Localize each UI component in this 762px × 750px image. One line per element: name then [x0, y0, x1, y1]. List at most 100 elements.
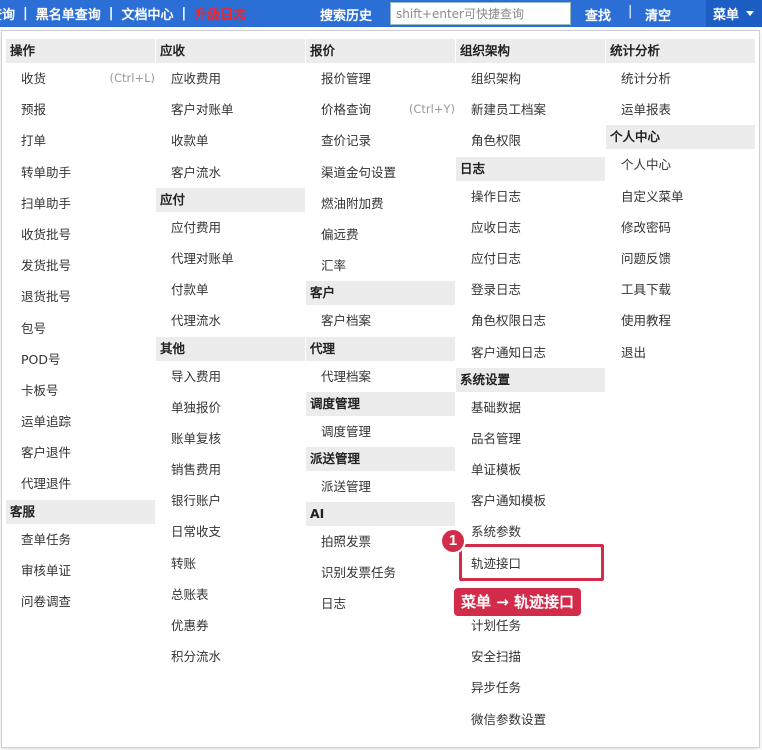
- menu-item[interactable]: 代理流水: [156, 305, 305, 336]
- menu-item[interactable]: 代理档案: [306, 361, 455, 392]
- menu-item[interactable]: 识别发票任务: [306, 557, 455, 588]
- menu-item-label: 运单追踪: [21, 414, 72, 430]
- menu-item[interactable]: 预报: [6, 94, 155, 125]
- menu-item[interactable]: 修改密码: [606, 212, 755, 243]
- menu-item[interactable]: 客户通知日志: [456, 337, 605, 368]
- menu-item[interactable]: 轨迹接口: [456, 548, 605, 579]
- menu-item[interactable]: 运单报表: [606, 94, 755, 125]
- menu-item[interactable]: 统计分析: [606, 63, 755, 94]
- menu-item-label: 客户退件: [21, 445, 72, 461]
- menu-item[interactable]: 转单助手: [6, 157, 155, 188]
- menu-item[interactable]: 应收日志: [456, 212, 605, 243]
- menu-item[interactable]: 渠道金句设置: [306, 157, 455, 188]
- menu-item-label: 单独报价: [171, 399, 222, 415]
- menu-item[interactable]: 转账: [156, 548, 305, 579]
- menu-item[interactable]: 组织架构: [456, 63, 605, 94]
- menu-item[interactable]: POD号: [6, 344, 155, 375]
- menu-item[interactable]: 账单复核: [156, 423, 305, 454]
- menu-item[interactable]: 品名管理: [456, 423, 605, 454]
- menu-item[interactable]: 问卷调查: [6, 586, 155, 617]
- menu-item[interactable]: 客户流水: [156, 157, 305, 188]
- menu-item[interactable]: 卡板号: [6, 375, 155, 406]
- menu-item[interactable]: 基础数据: [456, 392, 605, 423]
- menu-item[interactable]: 单独报价: [156, 392, 305, 423]
- menu-item[interactable]: 新建员工档案: [456, 94, 605, 125]
- menu-item[interactable]: 客户通知模板: [456, 485, 605, 516]
- menu-item[interactable]: 应付费用: [156, 212, 305, 243]
- menu-item-label: 微信参数设置: [471, 711, 547, 727]
- menu-item[interactable]: 销售费用: [156, 454, 305, 485]
- menu-item[interactable]: 应收费用: [156, 63, 305, 94]
- menu-item[interactable]: 优惠券: [156, 610, 305, 641]
- menu-item[interactable]: 收货批号: [6, 219, 155, 250]
- search-history-link[interactable]: 搜索历史: [320, 5, 372, 24]
- menu-item[interactable]: 问题反馈: [606, 243, 755, 274]
- menu-item[interactable]: 偏远费: [306, 219, 455, 250]
- menu-item[interactable]: 使用教程: [606, 305, 755, 336]
- menu-item[interactable]: 发货批号: [6, 250, 155, 281]
- menu-item[interactable]: 工具下载: [606, 274, 755, 305]
- menu-item-label: 应付费用: [171, 219, 222, 235]
- menu-button-label: 菜单: [713, 8, 740, 23]
- nav-link-blacklist-query[interactable]: 黑名单查询: [36, 4, 101, 23]
- menu-item[interactable]: 扫单助手: [6, 188, 155, 219]
- nav-link-doc-center[interactable]: 文档中心: [122, 4, 174, 23]
- menu-item[interactable]: 个人中心: [606, 149, 755, 180]
- menu-item[interactable]: 派送管理: [306, 471, 455, 502]
- menu-item[interactable]: 查价记录: [306, 125, 455, 156]
- menu-item[interactable]: 异步任务: [456, 672, 605, 703]
- menu-item[interactable]: 微信参数设置: [456, 704, 605, 735]
- menu-item-label: 个人中心: [621, 157, 672, 173]
- menu-item[interactable]: 日志: [306, 588, 455, 619]
- menu-item[interactable]: 报价管理: [306, 63, 455, 94]
- menu-item[interactable]: 代理对账单: [156, 243, 305, 274]
- menu-item[interactable]: 审核单证: [6, 555, 155, 586]
- menu-item[interactable]: 燃油附加费: [306, 188, 455, 219]
- menu-item[interactable]: 角色权限日志: [456, 305, 605, 336]
- menu-item[interactable]: 调度管理: [306, 416, 455, 447]
- menu-group: 组织架构 组织架构 新建员工档案 角色权限: [456, 39, 605, 157]
- menu-item[interactable]: 系统参数: [456, 516, 605, 547]
- menu-item[interactable]: 积分流水: [156, 641, 305, 672]
- search-button[interactable]: 查找: [585, 5, 611, 24]
- menu-item[interactable]: 付款单: [156, 274, 305, 305]
- menu-item[interactable]: 收货 (Ctrl+L): [6, 63, 155, 94]
- clear-button[interactable]: 清空: [645, 5, 671, 24]
- menu-item-label: 角色权限日志: [471, 313, 547, 329]
- nav-link-upgrade-log[interactable]: 升级日志: [194, 4, 246, 23]
- menu-item[interactable]: 包号: [6, 313, 155, 344]
- menu-item-label: 退出: [621, 344, 647, 360]
- menu-item-label: 问题反馈: [621, 250, 672, 266]
- menu-item[interactable]: 银行账户: [156, 485, 305, 516]
- menu-item[interactable]: 自定义菜单: [606, 181, 755, 212]
- menu-item[interactable]: 价格查询 (Ctrl+Y): [306, 94, 455, 125]
- menu-item[interactable]: 单证模板: [456, 454, 605, 485]
- menu-item[interactable]: 操作日志: [456, 181, 605, 212]
- menu-item[interactable]: 汇率: [306, 250, 455, 281]
- menu-item[interactable]: 打单: [6, 125, 155, 156]
- menu-item-label: 安全扫描: [471, 649, 522, 665]
- menu-item[interactable]: 运单追踪: [6, 406, 155, 437]
- menu-item-label: 转单助手: [21, 164, 72, 180]
- menu-button[interactable]: 菜单: [706, 0, 762, 27]
- menu-item[interactable]: 日常收支: [156, 516, 305, 547]
- menu-item[interactable]: 退出: [606, 337, 755, 368]
- menu-item[interactable]: 客户档案: [306, 305, 455, 336]
- menu-item[interactable]: 客户对账单: [156, 94, 305, 125]
- menu-item[interactable]: 角色权限: [456, 125, 605, 156]
- menu-item[interactable]: 拍照发票: [306, 526, 455, 557]
- menu-item[interactable]: 查单任务: [6, 524, 155, 555]
- menu-item[interactable]: 安全扫描: [456, 641, 605, 672]
- search-input[interactable]: [390, 2, 571, 25]
- nav-link-query[interactable]: 查询: [0, 4, 15, 23]
- menu-item[interactable]: 收款单: [156, 125, 305, 156]
- menu-item[interactable]: 代理退件: [6, 468, 155, 499]
- menu-item[interactable]: 客户退件: [6, 437, 155, 468]
- menu-item[interactable]: 登录日志: [456, 274, 605, 305]
- menu-item-label: 登录日志: [471, 282, 522, 298]
- menu-item[interactable]: 退货批号: [6, 281, 155, 312]
- menu-item[interactable]: 导入费用: [156, 361, 305, 392]
- menu-item-label: 日常收支: [171, 524, 222, 540]
- menu-item[interactable]: 应付日志: [456, 243, 605, 274]
- menu-item[interactable]: 总账表: [156, 579, 305, 610]
